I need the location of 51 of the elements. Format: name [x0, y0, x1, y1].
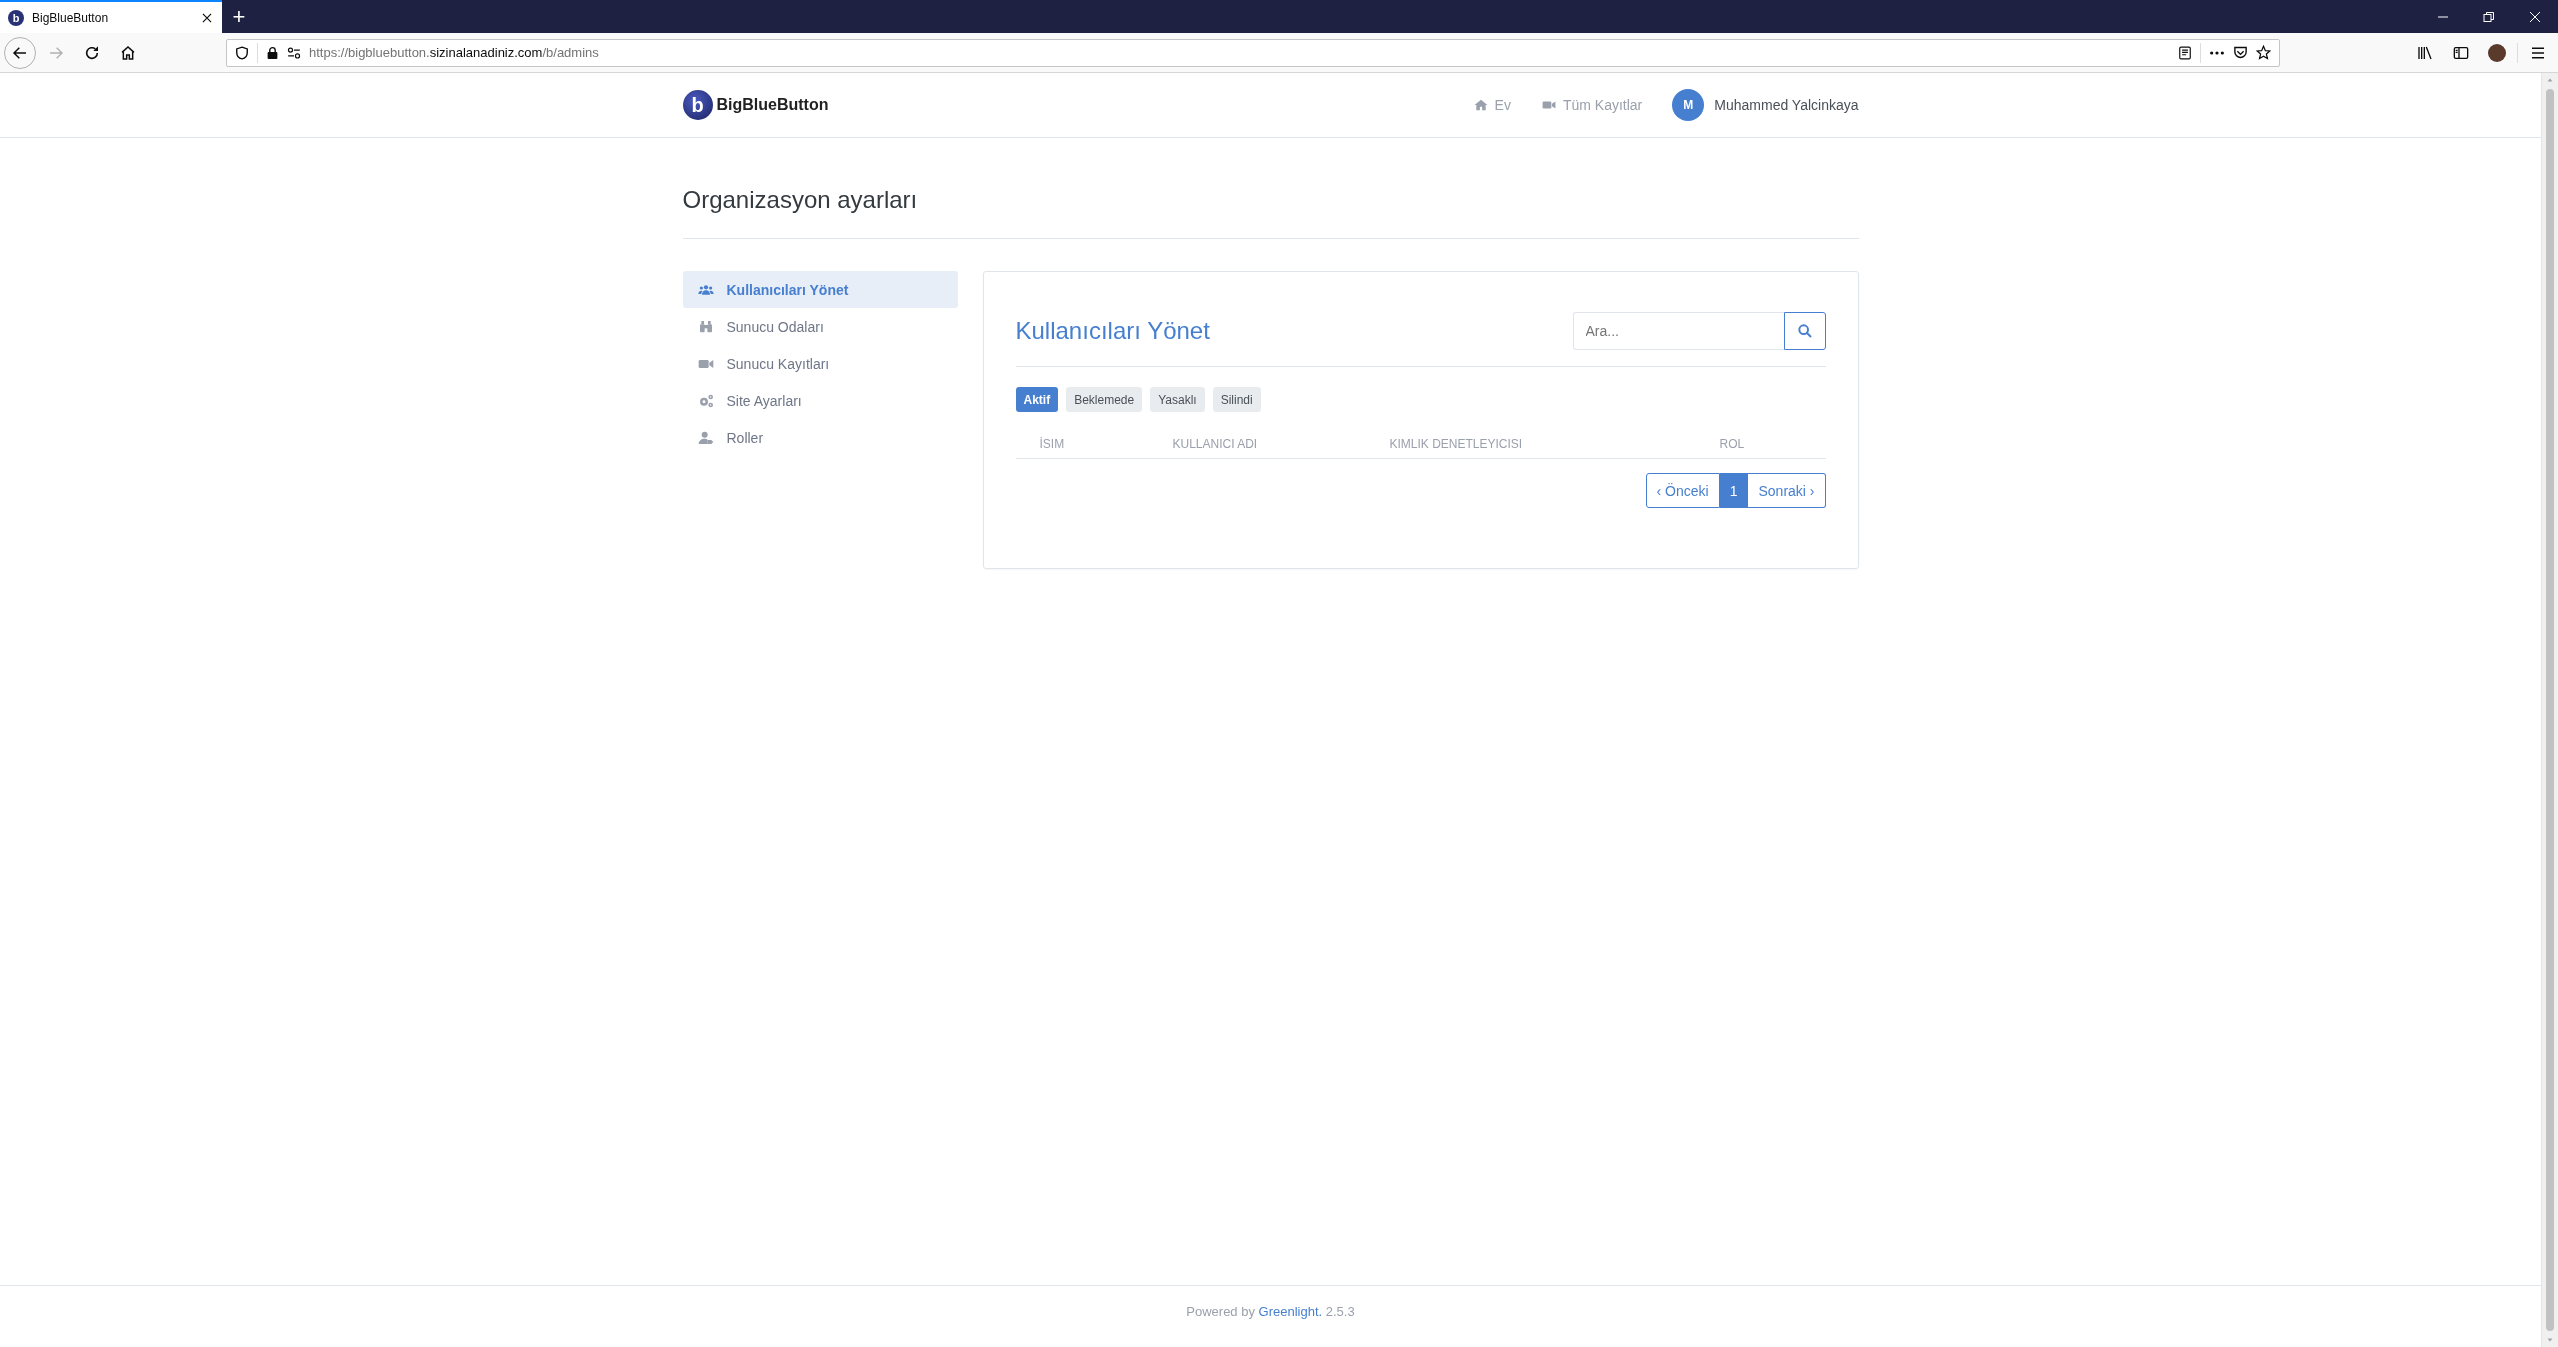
back-icon[interactable]	[12, 44, 28, 61]
logo-text[interactable]: BigBlueButton	[716, 96, 829, 114]
page-title: Organizasyon ayarları	[682, 186, 1859, 239]
address-bar[interactable]: https://bigbluebutton.sizinalanadiniz.com/b/admins	[226, 38, 2280, 67]
account-avatar[interactable]	[2488, 43, 2506, 62]
column-header: KIMLIK DENETLEYICISI	[1389, 437, 1524, 451]
url-text: https://bigbluebutton.sizinalanadiniz.com/b/admins	[309, 45, 600, 60]
column-header: İSIM	[1039, 437, 1066, 451]
next-button[interactable]: Sonraki ›	[1748, 473, 1826, 508]
user-tag-icon	[696, 429, 715, 446]
pocket-icon[interactable]	[2233, 45, 2248, 60]
page-button[interactable]: 1	[1719, 473, 1749, 508]
user-name[interactable]: Muhammed Yalcinkaya	[1714, 97, 1859, 113]
close-icon[interactable]	[2529, 10, 2541, 23]
search-icon	[1796, 323, 1813, 339]
nav-link[interactable]: Ev	[1472, 97, 1511, 113]
permissions-icon[interactable]	[287, 45, 301, 60]
sidebar-item[interactable]: Roller	[682, 419, 958, 456]
greenlight-link[interactable]: Greenlight.	[1258, 1304, 1323, 1319]
sidebar-item[interactable]: Kullanıcıları Yönet	[682, 271, 958, 308]
sidebar-icon[interactable]	[2453, 44, 2469, 61]
column-header: KULLANICI ADI	[1172, 437, 1259, 451]
sidebar-item[interactable]: Site Ayarları	[682, 382, 958, 419]
home-icon	[1472, 98, 1489, 112]
star-icon[interactable]	[2256, 45, 2271, 60]
previous-button[interactable]: ‹ Önceki	[1645, 473, 1720, 508]
browser-tab[interactable]: b BigBlueButton	[0, 0, 222, 33]
reload-icon[interactable]	[84, 44, 100, 61]
filter-tab[interactable]: Aktif	[1015, 387, 1059, 412]
footer-text: Powered by Greenlight. 2.5.3	[1186, 1304, 1355, 1319]
column-header: ROL	[1719, 437, 1746, 451]
search-button[interactable]	[1783, 312, 1826, 350]
new-tab-button[interactable]: +	[222, 0, 256, 33]
lock-icon[interactable]	[266, 45, 279, 60]
logo-mark[interactable]: b	[682, 90, 713, 120]
panel-title: Kullanıcıları Yönet	[1015, 317, 1210, 345]
search-field[interactable]: Ara...	[1572, 312, 1784, 350]
reader-view-icon[interactable]	[2178, 45, 2192, 60]
filter-tab[interactable]: Yasaklı	[1150, 387, 1205, 412]
sidebar-item[interactable]: Sunucu Kayıtları	[682, 345, 958, 382]
library-icon[interactable]	[2417, 44, 2433, 61]
filter-tab[interactable]: Beklemede	[1066, 387, 1143, 412]
restore-icon[interactable]	[2483, 10, 2495, 23]
nav-link[interactable]: Tüm Kayıtlar	[1540, 97, 1643, 113]
shield-icon[interactable]	[235, 45, 249, 60]
tab-title: BigBlueButton	[32, 10, 110, 25]
favicon: b	[8, 9, 24, 26]
home-icon[interactable]	[120, 44, 136, 61]
filter-tab[interactable]: Silindi	[1212, 387, 1261, 412]
sidebar-item[interactable]: Sunucu Odaları	[682, 308, 958, 345]
user-avatar[interactable]: M	[1672, 89, 1705, 121]
